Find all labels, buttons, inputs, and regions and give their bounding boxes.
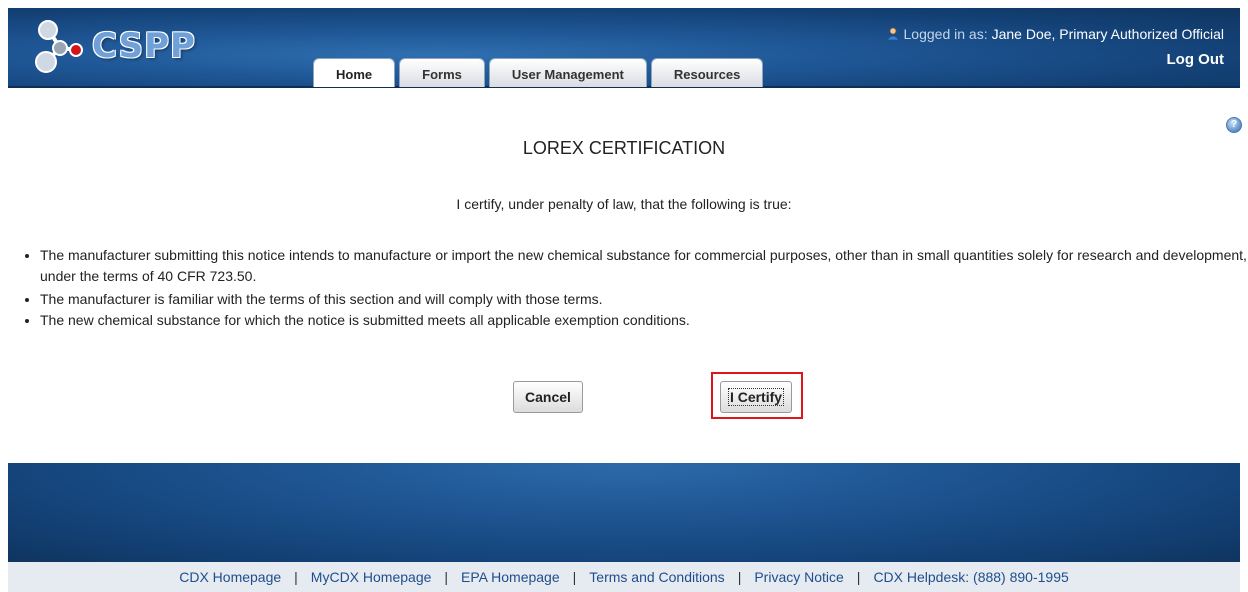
tab-resources[interactable]: Resources bbox=[650, 58, 764, 87]
tab-home[interactable]: Home bbox=[313, 58, 396, 87]
footer-separator: | bbox=[444, 569, 449, 585]
tab-forms[interactable]: Forms bbox=[399, 58, 485, 87]
page-title: LOREX CERTIFICATION bbox=[522, 138, 726, 158]
footer-link-cdx-homepage[interactable]: CDX Homepage bbox=[179, 569, 281, 585]
tab-user-management[interactable]: User Management bbox=[488, 58, 647, 87]
logout-link[interactable]: Log Out bbox=[1167, 51, 1224, 68]
footer-link-epa-homepage[interactable]: EPA Homepage bbox=[461, 569, 560, 585]
logged-in-label: Logged in as: bbox=[903, 26, 988, 42]
logged-in-info: Logged in as: Jane Doe, Primary Authoriz… bbox=[885, 26, 1224, 42]
cspp-logo[interactable]: CSPP bbox=[26, 14, 206, 78]
footer-links: CDX Homepage | MyCDX Homepage | EPA Home… bbox=[8, 562, 1240, 592]
footer-separator: | bbox=[737, 569, 742, 585]
footer-link-terms[interactable]: Terms and Conditions bbox=[589, 569, 724, 585]
cancel-button[interactable]: Cancel bbox=[513, 381, 583, 413]
main-nav-tabs: Home Forms User Management Resources bbox=[313, 58, 767, 87]
list-item: The new chemical substance for which the… bbox=[40, 310, 1248, 331]
footer-link-privacy[interactable]: Privacy Notice bbox=[754, 569, 843, 585]
user-name: Jane Doe, Primary Authorized Official bbox=[991, 26, 1224, 42]
certification-statement: I certify, under penalty of law, that th… bbox=[456, 196, 792, 212]
list-item: The manufacturer submitting this notice … bbox=[40, 245, 1248, 287]
help-icon[interactable]: ? bbox=[1226, 117, 1242, 133]
footer-link-helpdesk[interactable]: CDX Helpdesk: (888) 890-1995 bbox=[873, 569, 1068, 585]
certify-button[interactable]: I Certify bbox=[720, 381, 792, 413]
header-bar: CSPP Logged in as: Jane Doe, Primary Aut… bbox=[8, 8, 1240, 88]
logo-text: CSPP bbox=[92, 26, 196, 66]
certification-terms-list: The manufacturer submitting this notice … bbox=[20, 245, 1248, 331]
footer-separator: | bbox=[294, 569, 298, 585]
certify-button-label: I Certify bbox=[727, 388, 785, 406]
footer-band bbox=[8, 463, 1240, 562]
molecule-icon bbox=[35, 20, 83, 73]
footer-link-mycdx-homepage[interactable]: MyCDX Homepage bbox=[311, 569, 432, 585]
footer-separator: | bbox=[856, 569, 861, 585]
user-icon bbox=[885, 27, 900, 41]
footer-separator: | bbox=[572, 569, 577, 585]
list-item: The manufacturer is familiar with the te… bbox=[40, 289, 1248, 310]
